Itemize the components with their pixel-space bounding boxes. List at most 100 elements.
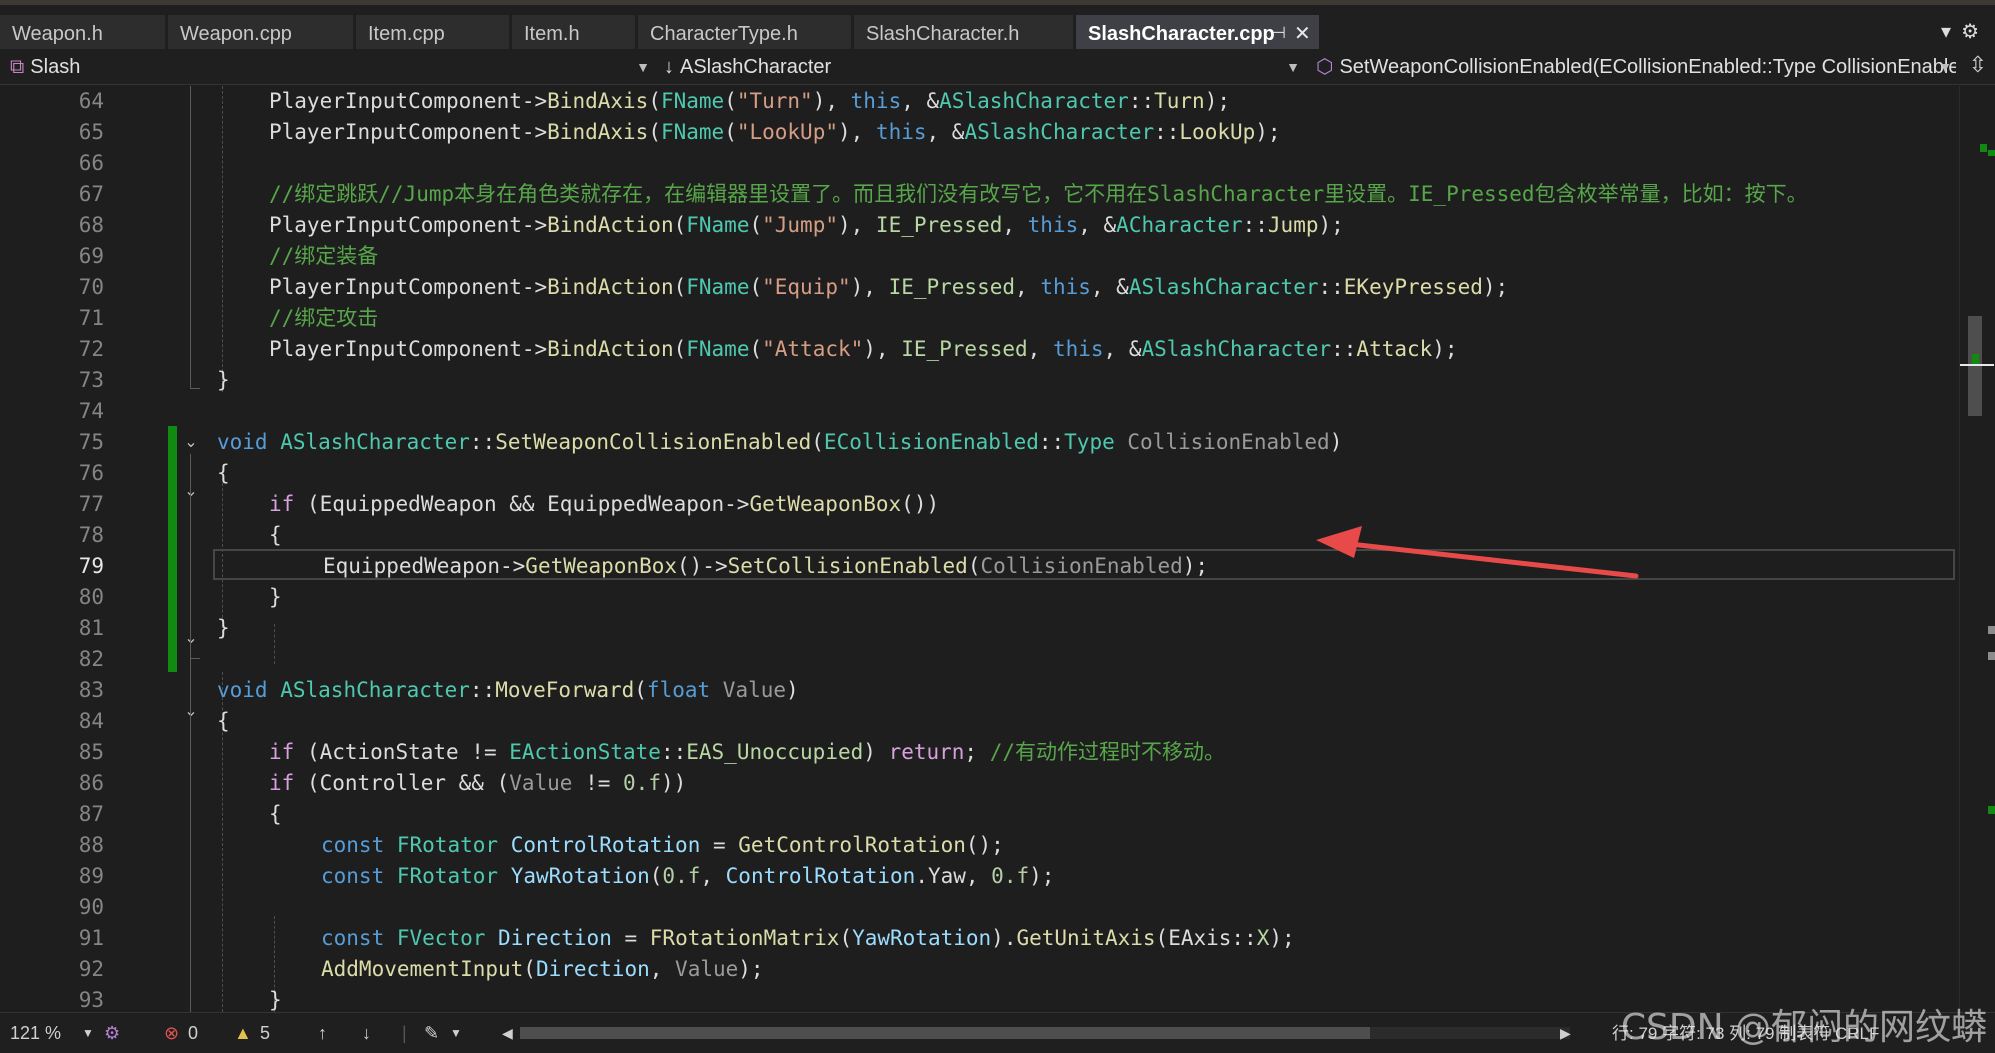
code-token: ControlRotation (725, 864, 916, 888)
code-line[interactable]: //绑定装备 (217, 241, 378, 272)
tab-weapon-cpp[interactable]: Weapon.cpp (168, 15, 354, 53)
current-code-line[interactable]: EquippedWeapon->GetWeaponBox()->SetColli… (213, 549, 1955, 580)
brush-icon[interactable]: ✎ (424, 1013, 439, 1053)
error-count[interactable]: 0 (188, 1013, 198, 1053)
split-window-icon[interactable]: ⇳ (1969, 52, 1987, 78)
scrollbar-thumb[interactable] (520, 1027, 1370, 1039)
code-token: ), (838, 120, 876, 144)
project-dropdown[interactable]: ⧉ Slash ▼ (10, 52, 654, 82)
code-line[interactable]: if (EquippedWeapon && EquippedWeapon->Ge… (217, 489, 939, 520)
code-token: const (321, 926, 385, 950)
tab-weapon-h[interactable]: Weapon.h (0, 15, 166, 53)
code-line-content: { (217, 461, 230, 485)
code-line-content: } (217, 368, 230, 392)
warning-icon[interactable]: ▲ (234, 1013, 252, 1053)
code-line[interactable]: void ASlashCharacter::SetWeaponCollision… (217, 427, 1342, 458)
code-line[interactable]: const FVector Direction = FRotationMatri… (217, 923, 1295, 954)
code-line[interactable]: //绑定跳跃//Jump本身在角色类就存在，在编辑器里设置了。而且我们没有改写它… (217, 179, 1808, 210)
scope-dropdown[interactable]: ↓ ASlashCharacter ▼ (664, 52, 1304, 82)
code-line[interactable]: PlayerInputComponent->BindAxis(FName("Lo… (217, 117, 1281, 148)
code-text-area[interactable]: PlayerInputComponent->BindAxis(FName("Tu… (213, 86, 1957, 1012)
code-line-content: } (217, 585, 282, 609)
close-icon[interactable]: ✕ (1294, 15, 1311, 50)
code-line[interactable]: } (217, 985, 282, 1012)
code-line[interactable]: PlayerInputComponent->BindAxis(FName("Tu… (217, 86, 1230, 117)
scroll-left-icon[interactable]: ◀ (502, 1013, 513, 1053)
code-token: != (572, 771, 624, 795)
code-token: "Equip" (762, 275, 851, 299)
error-icon[interactable]: ⊗ (164, 1013, 179, 1053)
change-marker (1980, 144, 1987, 152)
code-line[interactable]: void ASlashCharacter::MoveForward(float … (217, 675, 799, 706)
code-line-content: void ASlashCharacter::SetWeaponCollision… (217, 430, 1342, 454)
line-number: 78 (78, 523, 104, 547)
code-token: PlayerInputComponent-> (269, 213, 548, 237)
code-token: (ActionState != (294, 740, 510, 764)
code-token: 0.f (991, 864, 1030, 888)
gear-icon[interactable]: ⚙ (1961, 21, 1989, 43)
chevron-down-icon[interactable]: ▼ (82, 1013, 94, 1053)
code-line[interactable]: } (217, 613, 230, 644)
fold-toggle-icon[interactable]: ⌄ (180, 427, 202, 458)
tab-slashcharacter-h[interactable]: SlashCharacter.h (854, 15, 1074, 53)
code-line[interactable]: { (217, 706, 230, 737)
code-token: FRotationMatrix (649, 926, 840, 950)
member-dropdown[interactable]: ⬡ SetWeaponCollisionEnabled(ECollisionEna… (1316, 52, 1956, 82)
code-line[interactable]: const FRotator ControlRotation = GetCont… (217, 830, 1004, 861)
fold-toggle-icon[interactable]: ⌄ (180, 696, 202, 727)
vertical-scrollbar[interactable] (1959, 86, 1995, 1012)
code-line[interactable]: AddMovementInput(Direction, Value); (217, 954, 764, 985)
scroll-right-icon[interactable]: ▶ (1560, 1013, 1571, 1053)
previous-issue-icon[interactable]: ↑ (318, 1013, 327, 1053)
warning-count[interactable]: 5 (260, 1013, 270, 1053)
code-token: ). (991, 926, 1017, 950)
scope-line (190, 86, 191, 388)
tab-list-dropdown-icon[interactable]: ▾ (1941, 21, 1961, 43)
copilot-icon[interactable]: ⚙ (104, 1013, 120, 1053)
code-token: 0.f (662, 864, 701, 888)
chevron-down-icon[interactable]: ▼ (450, 1013, 462, 1053)
code-token: , & (1078, 213, 1117, 237)
code-line[interactable]: PlayerInputComponent->BindAction(FName("… (217, 210, 1344, 241)
code-line-content: { (217, 709, 230, 733)
scrollbar-thumb[interactable] (1968, 316, 1982, 416)
code-token: Type (1064, 430, 1115, 454)
tab-slashcharacter-cpp[interactable]: SlashCharacter.cpp ⊣ ✕ (1076, 15, 1320, 53)
code-line[interactable]: if (Controller && (Value != 0.f)) (217, 768, 686, 799)
pin-icon[interactable]: ⊣ (1272, 15, 1286, 50)
line-number: 81 (78, 616, 104, 640)
code-line[interactable]: PlayerInputComponent->BindAction(FName("… (217, 272, 1508, 303)
code-line[interactable]: { (217, 799, 282, 830)
zoom-level[interactable]: 121 % (10, 1013, 61, 1053)
next-issue-icon[interactable]: ↓ (362, 1013, 371, 1053)
find-marker (1988, 626, 1995, 634)
code-line[interactable]: PlayerInputComponent->BindAction(FName("… (217, 334, 1458, 365)
tab-item-cpp[interactable]: Item.cpp (356, 15, 510, 53)
code-token: void (217, 430, 268, 454)
code-line-content: const FRotator YawRotation(0.f, ControlR… (217, 864, 1054, 888)
code-line[interactable]: } (217, 582, 282, 613)
tab-item-h[interactable]: Item.h (512, 15, 636, 53)
code-line[interactable]: const FRotator YawRotation(0.f, ControlR… (217, 861, 1054, 892)
horizontal-scrollbar[interactable] (520, 1021, 1570, 1045)
code-line-content: //绑定装备 (217, 244, 378, 268)
code-token: { (217, 709, 230, 733)
code-token: //绑定装备 (269, 244, 379, 268)
line-number: 93 (78, 988, 104, 1012)
code-editor[interactable]: 64 65 66 67 68 69 70 71 72 73 74 75 76 77 78 79 80 81 82 83… (0, 86, 1995, 1012)
code-line[interactable]: if (ActionState != EActionState::EAS_Uno… (217, 737, 1225, 768)
code-line[interactable]: //绑定攻击 (217, 303, 378, 334)
tab-charactertype-h[interactable]: CharacterType.h (638, 15, 852, 53)
fold-toggle-icon[interactable]: ⌄ (180, 476, 202, 507)
csdn-watermark: CSDN @郁闷的网纹蟒 (1620, 1007, 1987, 1048)
code-line[interactable]: { (217, 520, 282, 551)
scope-line (190, 648, 191, 1012)
fold-toggle-icon[interactable]: ⌄ (180, 623, 202, 654)
code-token: this (1040, 275, 1091, 299)
code-line[interactable]: } (217, 365, 230, 396)
code-line[interactable]: { (217, 458, 230, 489)
code-token: //绑定攻击 (269, 306, 379, 330)
